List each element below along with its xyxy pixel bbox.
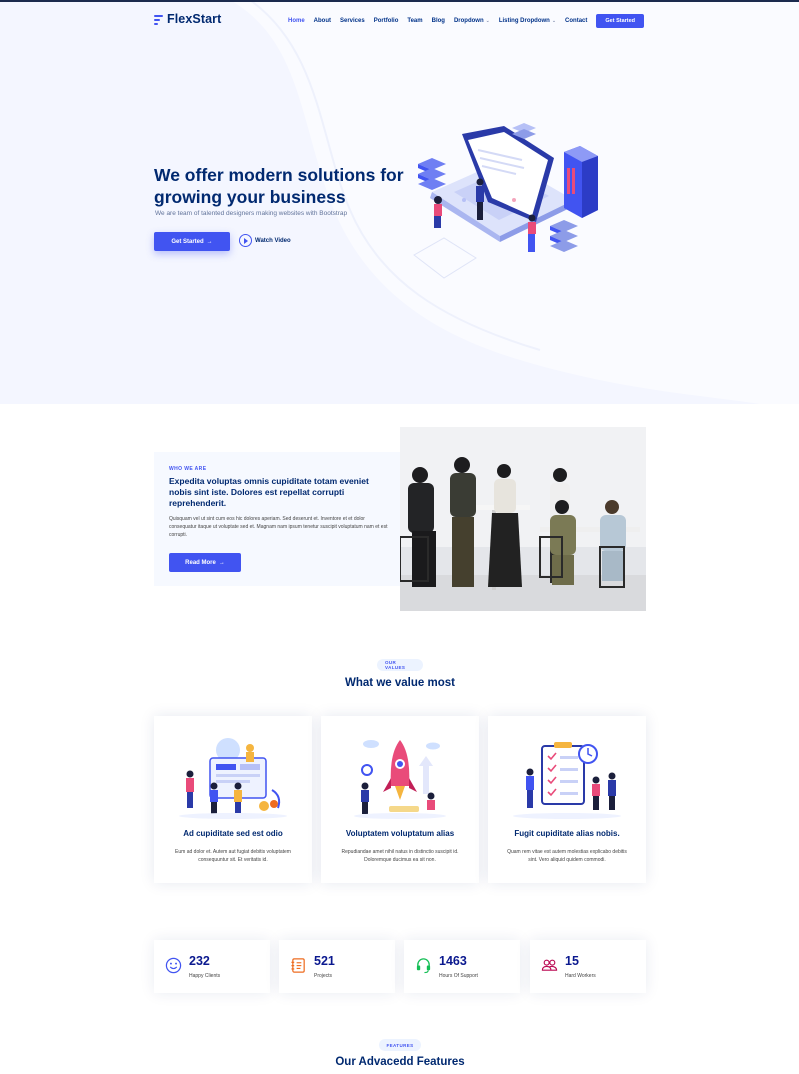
watch-video-link[interactable]: Watch Video [239, 234, 291, 247]
get-started-nav-button[interactable]: Get Started [596, 14, 645, 28]
logo[interactable]: FlexStart [154, 12, 221, 26]
arrow-right-icon: → [206, 238, 213, 245]
nav-services[interactable]: Services [340, 18, 365, 24]
site-header: FlexStart Home About Services Portfolio … [0, 0, 799, 40]
logo-icon [154, 14, 163, 25]
features-pill: FEATURES [379, 1039, 421, 1051]
value-card-text: Eum ad dolor et. Autem aut fugiat debiti… [175, 849, 291, 863]
count-label: Hours Of Support [439, 973, 478, 979]
people-icon [541, 959, 558, 971]
emoji-smile-icon [165, 957, 182, 974]
count-box-happy-clients: 232 Happy Clients [154, 940, 270, 993]
value-card-title: Voluptatem voluptatum alias [345, 829, 455, 838]
nav-listing-dropdown[interactable]: Listing Dropdown ⌄ [499, 18, 556, 24]
count-value: 232 [189, 954, 210, 968]
arrow-right-icon: → [218, 559, 225, 566]
hero-title: We offer modern solutions for growing yo… [154, 165, 404, 207]
chevron-down-icon: ⌄ [485, 18, 490, 24]
nav-dropdown[interactable]: Dropdown ⌄ [454, 18, 490, 24]
top-border [0, 0, 799, 2]
count-label: Happy Clients [189, 973, 221, 979]
value-card: Fugit cupiditate alias nobis. Quam rem v… [488, 716, 646, 883]
count-box-hours-of-support: 1463 Hours Of Support [404, 940, 520, 993]
hero-subtitle: We are team of talented designers making… [155, 210, 348, 217]
logo-text: FlexStart [167, 12, 222, 26]
about-label: WHO WE ARE [169, 466, 207, 472]
value-card-text: Repudiandae amet nihil natus in distinct… [341, 849, 459, 863]
read-more-label: Read More [185, 559, 216, 566]
count-label: Hard Workers [565, 973, 596, 979]
value-card-title: Ad cupiditate sed est odio [183, 829, 283, 838]
values-title: What we value most [345, 677, 455, 689]
value-card-title: Fugit cupiditate alias nobis. [514, 829, 620, 838]
nav-about[interactable]: About [314, 18, 331, 24]
nav-contact[interactable]: Contact [565, 18, 587, 24]
values-pill: OUR VALUES [377, 659, 423, 671]
value-illustration-1 [179, 738, 287, 819]
headset-icon [416, 958, 431, 974]
count-box-hard-workers: 15 Hard Workers [530, 940, 646, 993]
count-value: 1463 [439, 954, 467, 968]
value-card: Voluptatem voluptatum alias Repudiandae … [321, 716, 479, 883]
nav-blog[interactable]: Blog [432, 18, 445, 24]
value-illustration-2 [354, 740, 446, 819]
hero-get-started-button[interactable]: Get Started → [154, 232, 230, 251]
watch-video-label: Watch Video [255, 237, 291, 244]
journal-richtext-icon [291, 958, 305, 973]
chevron-down-icon: ⌄ [551, 18, 557, 24]
count-value: 521 [314, 954, 335, 968]
main-nav: Home About Services Portfolio Team Blog … [288, 14, 645, 28]
count-label: Projects [314, 973, 333, 979]
team-photo [400, 427, 646, 611]
hero-illustration [413, 123, 598, 279]
value-card-text: Quam rem vitae est autem molestias expli… [507, 849, 627, 863]
read-more-button[interactable]: Read More → [169, 553, 241, 572]
nav-home[interactable]: Home [288, 18, 305, 24]
hero-button-label: Get Started [171, 238, 204, 245]
count-value: 15 [565, 954, 579, 968]
value-card: Ad cupiditate sed est odio Eum ad dolor … [154, 716, 312, 883]
play-circle-icon [239, 234, 252, 247]
value-illustration-3 [513, 742, 621, 819]
nav-team[interactable]: Team [407, 18, 422, 24]
count-box-projects: 521 Projects [279, 940, 395, 993]
features-title: Our Advacedd Features [335, 1056, 465, 1068]
nav-portfolio[interactable]: Portfolio [374, 18, 399, 24]
about-text: Quisquam vel ut sint cum eos hic dolores… [169, 516, 388, 538]
about-title: Expedita voluptas omnis cupiditate totam… [169, 476, 369, 508]
